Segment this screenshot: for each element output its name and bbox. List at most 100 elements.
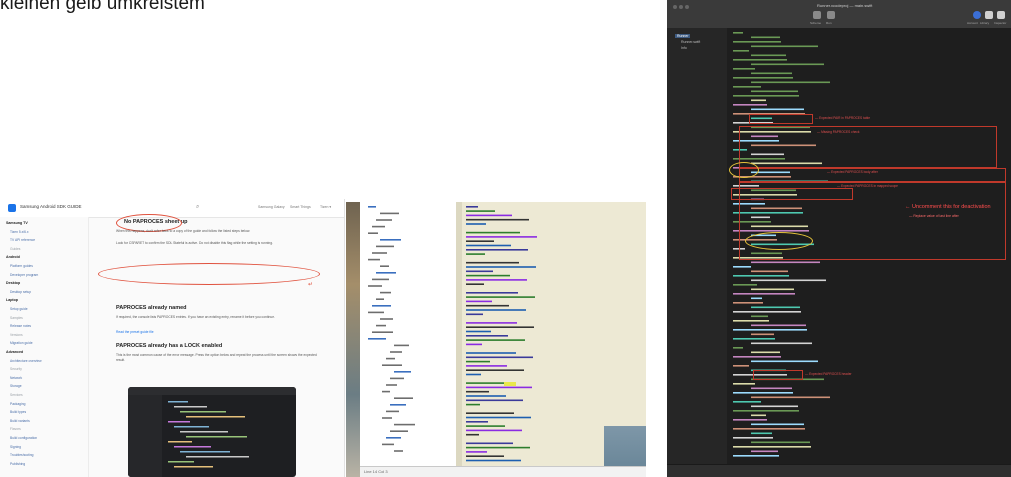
topnav-item-2[interactable]: Smart Things — [290, 205, 311, 209]
zoom-window-icon[interactable] — [685, 5, 689, 9]
tree-row — [382, 417, 392, 419]
sidebar-item[interactable]: Flavors — [10, 427, 21, 431]
account-icon[interactable] — [973, 11, 981, 19]
sidebar-item[interactable]: Security — [10, 367, 22, 371]
code-row — [466, 210, 495, 212]
nav-item-project[interactable]: Runner — [675, 34, 691, 38]
inspector-icon[interactable] — [997, 11, 1005, 19]
code-line — [168, 461, 194, 463]
sidebar-item[interactable]: Versions — [10, 333, 23, 337]
sidebar-item[interactable]: Release notes — [10, 324, 31, 328]
sidebar-item[interactable]: Samsung TV — [6, 221, 28, 225]
close-window-icon[interactable] — [673, 5, 677, 9]
ide-code-row — [733, 86, 761, 88]
tree-row — [380, 239, 401, 241]
ide-code-row — [751, 414, 766, 417]
nav-item-info[interactable]: Info — [681, 46, 687, 50]
topnav-item-1[interactable]: Samsung Galaxy — [258, 205, 285, 209]
sidebar-item[interactable]: Storage — [10, 384, 22, 388]
code-row — [466, 279, 527, 281]
code-line — [174, 426, 209, 428]
tree-row — [390, 430, 408, 432]
red-arrow-mark: ↵ — [308, 282, 314, 288]
sidebar-item[interactable]: Publishing — [10, 462, 25, 466]
code-line — [168, 441, 192, 443]
code-row — [466, 360, 490, 363]
code-row — [466, 399, 523, 402]
sidebar-item[interactable]: Desktop — [6, 281, 20, 285]
code-line — [168, 421, 190, 423]
sidebar-item[interactable]: TV API reference — [10, 238, 35, 242]
tree-row — [368, 258, 380, 261]
embedded-code-lines — [168, 401, 249, 468]
desktop-wallpaper-strip — [346, 202, 360, 477]
sidebar-item[interactable]: Troubleshooting — [10, 453, 34, 457]
red-annotation-ellipse — [98, 263, 320, 285]
code-row — [466, 296, 535, 298]
code-row — [466, 335, 508, 337]
tree-row — [394, 397, 413, 399]
sidebar-item[interactable]: Services — [10, 393, 23, 397]
scheme-icon[interactable] — [813, 11, 821, 19]
run-icon[interactable] — [827, 11, 835, 19]
ide-code-row — [751, 81, 830, 84]
sidebar-item[interactable]: Laptop — [6, 298, 18, 302]
code-row — [466, 429, 522, 432]
tree-row — [390, 404, 406, 406]
window-title: Runner.xcodeproj — main.swift — [817, 3, 873, 8]
docs-link[interactable]: Read the preset guide file — [116, 330, 154, 334]
code-row — [466, 240, 494, 242]
tree-row — [394, 423, 415, 426]
tree-row — [368, 338, 386, 340]
sidebar-item[interactable]: Build variants — [10, 419, 30, 423]
code-row — [466, 356, 533, 359]
sidebar-item[interactable]: Guides — [10, 247, 20, 251]
tree-row — [368, 311, 384, 314]
code-row — [466, 352, 516, 354]
ide-code-row — [733, 383, 755, 385]
topnav-item-3[interactable]: Tizen ▾ — [320, 205, 331, 209]
sidebar-item[interactable]: Network — [10, 376, 22, 380]
search-icon[interactable]: ⌕ — [196, 204, 199, 211]
sidebar-item[interactable]: Migration guide — [10, 341, 33, 345]
code-row — [466, 236, 537, 238]
error-box-5 — [731, 188, 853, 200]
ide-code-row — [733, 104, 767, 106]
sidebar-item[interactable]: Build configuration — [10, 436, 37, 440]
nav-item-file[interactable]: Runner.swift — [681, 40, 700, 44]
code-row — [466, 313, 483, 316]
ide-code-row — [751, 72, 792, 75]
sidebar-item[interactable]: Tizen 5.x/6.x — [10, 230, 29, 234]
docs-sidebar: Samsung TV Tizen 5.x/6.x TV API reference G… — [0, 217, 89, 477]
code-row — [466, 390, 489, 393]
uncomment-note: ← Uncomment this for deactivation — [905, 204, 991, 210]
ide-code-row — [751, 270, 788, 273]
tree-row — [368, 232, 378, 234]
sidebar-item[interactable]: Platform guides — [10, 264, 33, 268]
minimize-window-icon[interactable] — [679, 5, 683, 9]
sidebar-item[interactable]: Setup guide — [10, 307, 28, 311]
sidebar-item[interactable]: Advanced — [6, 350, 23, 354]
sidebar-item[interactable]: Samples — [10, 316, 23, 320]
ide-code-row — [751, 306, 800, 309]
code-line — [180, 431, 228, 433]
sidebar-item[interactable]: Packaging — [10, 402, 25, 406]
library-icon[interactable] — [985, 11, 993, 19]
sidebar-item[interactable]: Signing — [10, 445, 21, 449]
code-row — [466, 266, 536, 268]
ide-code-row — [751, 387, 792, 390]
code-line — [186, 456, 249, 458]
ide-code-row — [751, 45, 818, 48]
code-row — [466, 274, 510, 277]
ide-code-row — [733, 401, 761, 403]
samsung-logo-icon — [8, 204, 16, 212]
code-row — [466, 425, 505, 427]
caption-text: kleinen gelb umkreistem — [0, 0, 205, 14]
sidebar-item[interactable]: Developer program — [10, 273, 38, 277]
ide-code-row — [751, 441, 810, 444]
sidebar-item[interactable]: Architecture overview — [10, 359, 42, 363]
code-row — [466, 249, 528, 251]
sidebar-item[interactable]: Android — [6, 255, 20, 259]
sidebar-item[interactable]: Build types — [10, 410, 26, 414]
sidebar-item[interactable]: Desktop setup — [10, 290, 31, 294]
